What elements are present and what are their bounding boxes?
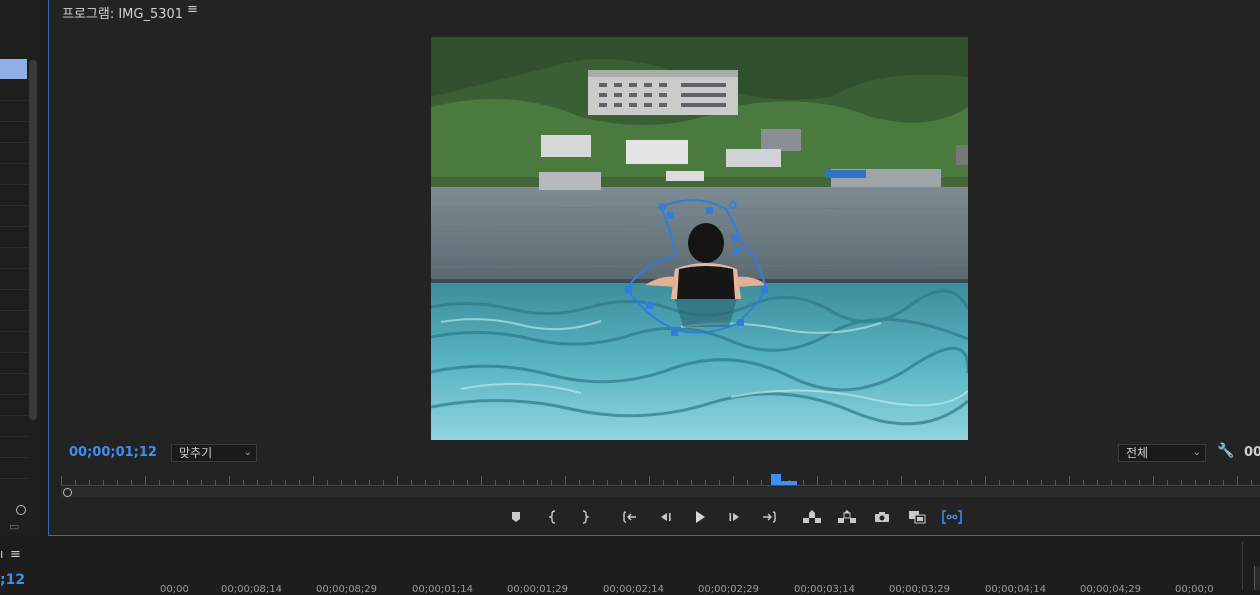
playback-resolution-dropdown[interactable]: 전체 ⌄ — [1118, 444, 1206, 462]
safe-margins-button[interactable] — [939, 506, 965, 528]
zoom-level-value: 맞추기 — [179, 446, 213, 460]
timeline-panel: ı ≡ ;12 00;00 00;00;08;14 00;00;08;29 00… — [0, 538, 1260, 595]
program-monitor-title[interactable]: 프로그램: IMG_5301 — [62, 3, 183, 22]
timeline-scrollbar-edge[interactable] — [1254, 566, 1260, 590]
play-button[interactable] — [687, 506, 713, 528]
project-scrollbar[interactable] — [29, 60, 37, 420]
program-monitor: 프로그램: IMG_5301 ≡ 00;00;01;12 맞추기 ⌄ 전체 ⌄ … — [48, 0, 1260, 536]
step-forward-button[interactable] — [722, 506, 748, 528]
add-marker-button[interactable] — [503, 506, 529, 528]
panel-divider[interactable] — [1242, 542, 1243, 590]
panel-menu-icon[interactable]: ≡ — [10, 547, 21, 562]
new-item-icon[interactable]: ▭ — [9, 520, 19, 533]
playback-resolution-value: 전체 — [1126, 446, 1149, 460]
settings-wrench-icon[interactable]: 🔧 — [1217, 443, 1234, 459]
timeline-tab-marker: ı — [0, 547, 4, 561]
zoom-slider-knob[interactable] — [16, 505, 26, 515]
lift-button[interactable] — [799, 506, 825, 528]
time-ruler[interactable] — [61, 474, 1260, 486]
mark-in-button[interactable] — [540, 506, 566, 528]
zoom-handle-left[interactable] — [63, 488, 72, 497]
panel-menu-icon[interactable]: ≡ — [187, 2, 198, 17]
step-back-button[interactable] — [652, 506, 678, 528]
video-frame[interactable] — [431, 37, 968, 440]
timeline-timecode[interactable]: ;12 — [0, 572, 25, 588]
camera-icon[interactable] — [869, 506, 895, 528]
chevron-down-icon: ⌄ — [1192, 447, 1201, 458]
go-to-out-button[interactable] — [756, 506, 782, 528]
zoom-level-dropdown[interactable]: 맞추기 ⌄ — [171, 444, 257, 462]
mark-out-button[interactable] — [572, 506, 598, 528]
selected-row[interactable] — [0, 59, 27, 79]
duration-timecode: 00 — [1244, 445, 1260, 460]
extract-button[interactable] — [834, 506, 860, 528]
scrub-bar[interactable] — [61, 487, 1260, 497]
playhead-timecode[interactable]: 00;00;01;12 — [69, 445, 157, 460]
go-to-in-button[interactable] — [617, 506, 643, 528]
transport-controls — [49, 506, 1260, 528]
chevron-down-icon: ⌄ — [243, 447, 252, 458]
project-panel: ▭ — [0, 0, 44, 537]
comparison-view-button[interactable] — [904, 506, 930, 528]
playhead-marker — [771, 474, 797, 485]
